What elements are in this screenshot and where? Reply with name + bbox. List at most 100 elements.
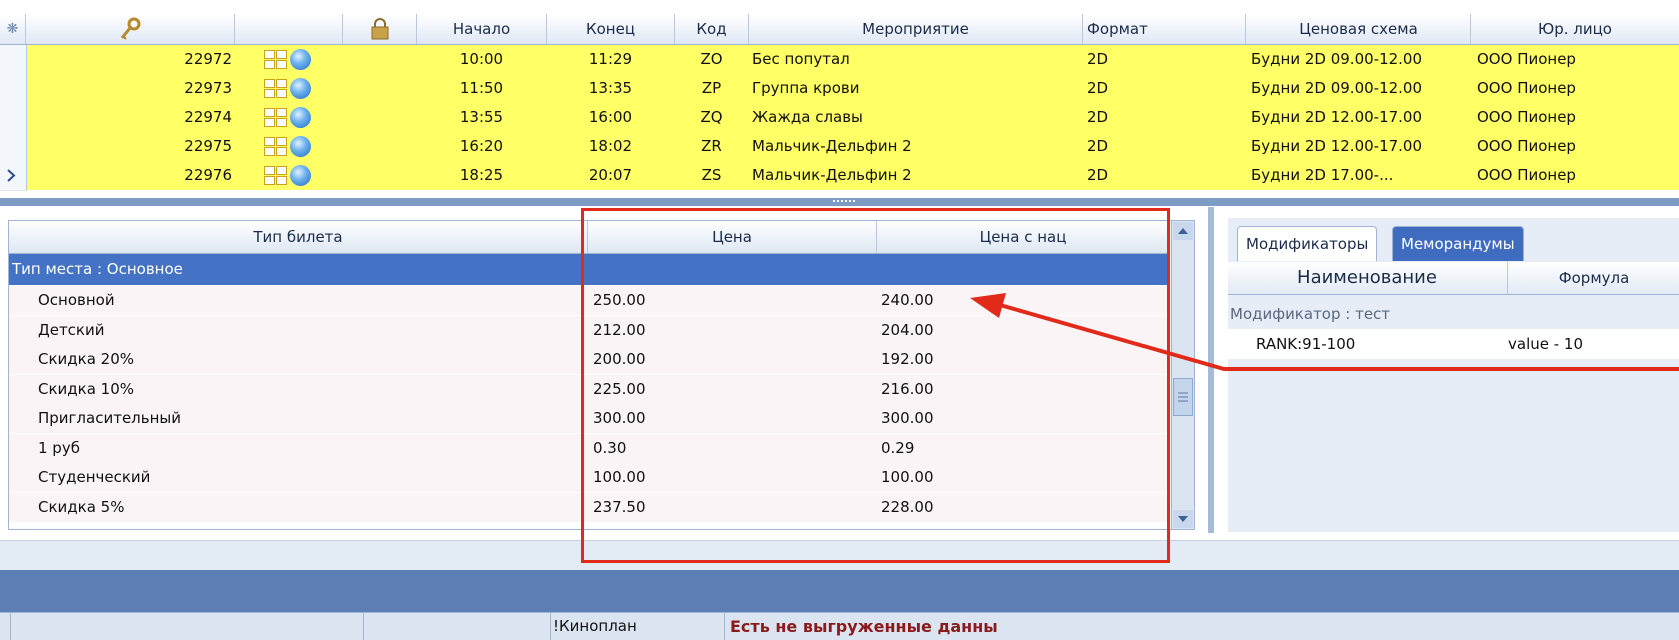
modifiers-grid-header: Наименование Формула <box>1228 262 1679 295</box>
toolbar-band <box>0 570 1679 612</box>
scroll-thumb[interactable] <box>1173 378 1193 416</box>
grip-icon <box>1178 392 1188 402</box>
session-row[interactable]: 22973 11:50 13:35 ZP Группа крови 2D Будни 2D … <box>0 74 1679 104</box>
right-panel: Модификаторы Меморандумы Наименование Фо… <box>1228 218 1679 532</box>
modifier-formula: value - 10 <box>1508 335 1584 353</box>
row-selector[interactable] <box>0 74 27 104</box>
column-header-start[interactable]: Начало <box>417 14 547 44</box>
scroll-up-button[interactable] <box>1173 222 1193 240</box>
session-end: 13:35 <box>588 79 633 97</box>
tab-modifiers[interactable]: Модификаторы <box>1237 226 1378 261</box>
grid-icon <box>264 137 287 156</box>
session-event: Бес попутал <box>752 50 850 68</box>
session-format: 2D <box>1087 166 1109 184</box>
column-header-end[interactable]: Конец <box>547 14 675 44</box>
session-row[interactable]: 22976 18:25 20:07 ZS Мальчик-Дельфин 2 2D Будн… <box>0 161 1679 191</box>
status-cell <box>364 613 551 640</box>
ticket-type: Студенческий <box>38 468 151 486</box>
session-row[interactable]: 22972 10:00 11:29 ZO Бес попутал 2D Будни 2D 0… <box>0 45 1679 75</box>
session-code: ZS <box>701 166 722 184</box>
row-pointer-icon <box>7 169 16 182</box>
session-end: 20:07 <box>588 166 633 184</box>
session-id: 22973 <box>184 79 232 97</box>
icon-column-header[interactable] <box>235 14 343 44</box>
modifier-group-row[interactable]: Модификатор : тест <box>1228 300 1679 329</box>
column-header-legal-entity[interactable]: Юр. лицо <box>1471 14 1679 44</box>
session-price-schema: Будни 2D 12.00-17.00 <box>1251 137 1423 155</box>
session-end: 16:00 <box>588 108 633 126</box>
column-header-name[interactable]: Наименование <box>1228 262 1506 294</box>
ticket-grid-scrollbar[interactable] <box>1171 220 1195 530</box>
session-legal-entity: ООО Пионер <box>1477 79 1576 97</box>
session-id: 22974 <box>184 108 232 126</box>
session-id: 22976 <box>184 166 232 184</box>
tab-memorandums[interactable]: Меморандумы <box>1392 226 1524 261</box>
session-format: 2D <box>1087 50 1109 68</box>
ticket-type: Скидка 20% <box>38 350 135 368</box>
chevron-down-icon <box>1178 516 1188 522</box>
splitter-grip[interactable] <box>833 200 855 205</box>
scroll-down-button[interactable] <box>1173 510 1193 528</box>
ticket-type: Основной <box>38 291 115 309</box>
row-selector[interactable] <box>0 45 27 75</box>
column-header-formula[interactable]: Формула <box>1507 262 1679 294</box>
session-price-schema: Будни 2D 17.00-... <box>1251 166 1394 184</box>
session-event: Жажда славы <box>752 108 863 126</box>
session-price-schema: Будни 2D 09.00-12.00 <box>1251 79 1423 97</box>
globe-icon <box>290 107 311 128</box>
session-event: Группа крови <box>752 79 860 97</box>
status-message: Есть не выгруженные данны <box>730 617 998 636</box>
grid-icon <box>264 50 287 69</box>
status-cell <box>0 613 11 640</box>
column-header-price-schema[interactable]: Ценовая схема <box>1247 14 1471 44</box>
column-header-ticket-type[interactable]: Тип билета <box>9 221 588 253</box>
session-start: 10:00 <box>459 50 504 68</box>
globe-icon <box>290 136 311 157</box>
grid-icon <box>264 166 287 185</box>
sessions-grid: ❋ Начало Конец Код Мероприятие Формат Це… <box>0 0 1679 198</box>
column-header-code[interactable]: Код <box>675 14 749 44</box>
session-legal-entity: ООО Пионер <box>1477 108 1576 126</box>
key-icon <box>120 17 141 40</box>
grid-icon <box>264 108 287 127</box>
lock-icon <box>371 18 388 40</box>
session-code: ZR <box>701 137 722 155</box>
modifier-row[interactable]: RANK:91-100 value - 10 <box>1228 329 1679 359</box>
session-row[interactable]: 22975 16:20 18:02 ZR Мальчик-Дельфин 2 2D Будн… <box>0 132 1679 162</box>
globe-icon <box>290 165 311 186</box>
session-format: 2D <box>1087 137 1109 155</box>
annotation-highlight-box <box>581 208 1170 563</box>
session-id: 22975 <box>184 137 232 155</box>
sessions-grid-header: ❋ Начало Конец Код Мероприятие Формат Це… <box>0 14 1679 45</box>
session-id: 22972 <box>184 50 232 68</box>
session-format: 2D <box>1087 108 1109 126</box>
lock-column-header[interactable] <box>343 14 417 44</box>
asterisk-icon[interactable]: ❋ <box>0 14 26 44</box>
session-legal-entity: ООО Пионер <box>1477 50 1576 68</box>
vertical-splitter[interactable] <box>1208 207 1214 533</box>
session-code: ZP <box>701 79 722 97</box>
status-bar: !Киноплан Есть не выгруженные данны <box>0 612 1679 640</box>
chevron-up-icon <box>1178 228 1188 234</box>
session-price-schema: Будни 2D 09.00-12.00 <box>1251 50 1423 68</box>
session-start: 18:25 <box>459 166 504 184</box>
session-code: ZO <box>700 50 723 68</box>
column-header-format[interactable]: Формат <box>1083 14 1246 44</box>
session-legal-entity: ООО Пионер <box>1477 137 1576 155</box>
session-start: 16:20 <box>459 137 504 155</box>
session-event: Мальчик-Дельфин 2 <box>752 166 912 184</box>
session-row[interactable]: 22974 13:55 16:00 ZQ Жажда славы 2D Будни 2D 1… <box>0 103 1679 133</box>
row-selector[interactable] <box>0 132 27 162</box>
status-cell <box>11 613 364 640</box>
column-header-event[interactable]: Мероприятие <box>749 14 1083 44</box>
session-format: 2D <box>1087 79 1109 97</box>
key-column-header[interactable] <box>26 14 235 44</box>
session-price-schema: Будни 2D 12.00-17.00 <box>1251 108 1423 126</box>
session-end: 11:29 <box>588 50 633 68</box>
session-event: Мальчик-Дельфин 2 <box>752 137 912 155</box>
status-app-name: !Киноплан <box>551 613 725 640</box>
session-start: 11:50 <box>459 79 504 97</box>
ticket-type: Пригласительный <box>38 409 181 427</box>
row-selector[interactable] <box>0 161 27 191</box>
row-selector[interactable] <box>0 103 27 133</box>
